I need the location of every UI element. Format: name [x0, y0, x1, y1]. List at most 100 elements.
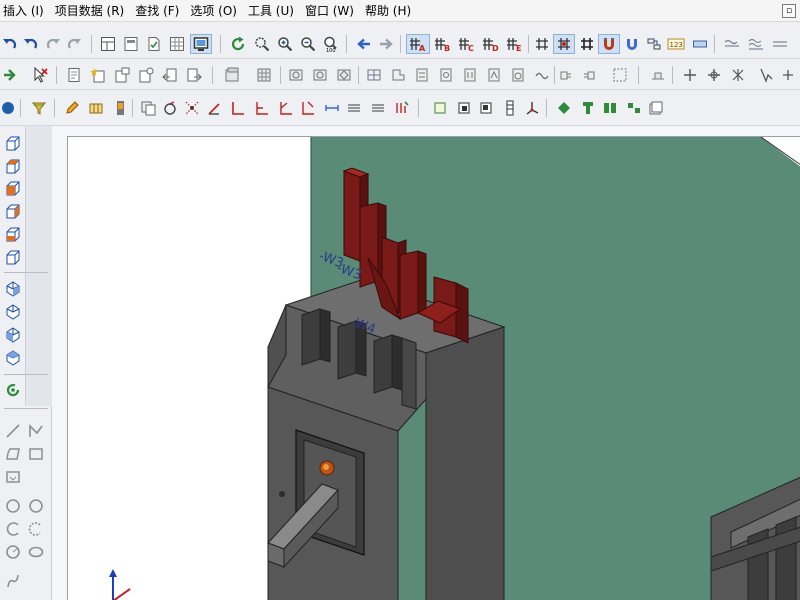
- magnet-icon[interactable]: [598, 34, 620, 54]
- grid-e-icon[interactable]: E: [503, 34, 527, 54]
- circle-tool-icon[interactable]: [3, 496, 23, 516]
- grid-a-icon[interactable]: A: [406, 34, 430, 54]
- terminal-green-icon[interactable]: [578, 98, 598, 118]
- symbol-tag-icon[interactable]: [136, 65, 156, 85]
- redo-icon[interactable]: [43, 34, 63, 54]
- grid-d-icon[interactable]: D: [479, 34, 503, 54]
- copy-icon[interactable]: [138, 98, 158, 118]
- plug-2-icon[interactable]: [580, 65, 600, 85]
- grid-c-icon[interactable]: C: [455, 34, 479, 54]
- terminal-green-3-icon[interactable]: [624, 98, 644, 118]
- menu-window[interactable]: 窗口 (W): [305, 2, 354, 19]
- circuit-breaker[interactable]: [267, 278, 506, 600]
- number-icon[interactable]: 123: [666, 34, 686, 54]
- pointer-arrow-icon[interactable]: [0, 65, 20, 85]
- back-arrow-icon[interactable]: [354, 34, 374, 54]
- lines-2-icon[interactable]: [368, 98, 388, 118]
- phone-icon[interactable]: [110, 98, 130, 118]
- component-3-icon[interactable]: [334, 65, 354, 85]
- cube-view-right-icon[interactable]: [3, 202, 23, 222]
- cube-view-top-icon[interactable]: [3, 157, 23, 177]
- pencil-icon[interactable]: [62, 98, 82, 118]
- branch-2-icon[interactable]: [298, 98, 318, 118]
- symbol-page-icon[interactable]: [64, 65, 84, 85]
- cross-icon[interactable]: [680, 65, 700, 85]
- sector-tool-icon[interactable]: [3, 542, 23, 562]
- zoom-in-icon[interactable]: [275, 34, 295, 54]
- diamond-icon[interactable]: [554, 98, 574, 118]
- arc-tool-icon[interactable]: [3, 519, 23, 539]
- window-restore-button[interactable]: ▫: [782, 4, 796, 18]
- macro-icon[interactable]: [222, 65, 242, 85]
- redo-icon[interactable]: [64, 34, 84, 54]
- sphere-icon[interactable]: [0, 98, 20, 118]
- corner-2-icon[interactable]: [252, 98, 272, 118]
- menu-project-data[interactable]: 项目数据 (R): [55, 2, 125, 19]
- symbol-back-icon[interactable]: [160, 65, 180, 85]
- square-icon[interactable]: [430, 98, 450, 118]
- black-square-icon[interactable]: [454, 98, 474, 118]
- iso-view-2-icon[interactable]: [3, 302, 23, 322]
- component-2-icon[interactable]: [310, 65, 330, 85]
- terminal-7-icon[interactable]: [508, 65, 528, 85]
- undo-icon[interactable]: [0, 34, 20, 54]
- rounded-rect-tool-icon[interactable]: [3, 467, 23, 487]
- wave-3-icon[interactable]: [770, 34, 790, 54]
- cube-view-left-icon[interactable]: [3, 179, 23, 199]
- rect-icon[interactable]: [690, 34, 710, 54]
- iso-view-4-icon[interactable]: [3, 348, 23, 368]
- ellipse-tool-icon[interactable]: [26, 542, 46, 562]
- cable-icon[interactable]: [648, 65, 668, 85]
- angle-red-icon[interactable]: [204, 98, 224, 118]
- snap-grid-icon[interactable]: [553, 34, 575, 54]
- frame-icon[interactable]: [610, 65, 630, 85]
- filter-icon[interactable]: [29, 98, 49, 118]
- component-icon[interactable]: [286, 65, 306, 85]
- grid-icon[interactable]: [532, 34, 552, 54]
- wave-icon[interactable]: [722, 34, 742, 54]
- polyline-tool-icon[interactable]: [26, 421, 46, 441]
- symbol-edit-icon[interactable]: [112, 65, 132, 85]
- branch-icon[interactable]: [276, 98, 296, 118]
- symbol-star-icon[interactable]: [88, 65, 108, 85]
- terminal-2-icon[interactable]: [388, 65, 408, 85]
- check-page-icon[interactable]: [144, 34, 164, 54]
- magnet-2-icon[interactable]: [622, 34, 642, 54]
- forward-arrow-icon[interactable]: [376, 34, 396, 54]
- box-icon[interactable]: [86, 98, 106, 118]
- grid-b-icon[interactable]: B: [431, 34, 455, 54]
- dimension-icon[interactable]: [322, 98, 342, 118]
- rectangle-tool-icon[interactable]: [26, 444, 46, 464]
- dots-icon[interactable]: [182, 98, 202, 118]
- menu-tools[interactable]: 工具 (U): [248, 2, 294, 19]
- menu-options[interactable]: 选项 (O): [190, 2, 237, 19]
- angle-icon[interactable]: [756, 65, 776, 85]
- rotate-view-icon[interactable]: [3, 380, 23, 400]
- black-square-2-icon[interactable]: [476, 98, 496, 118]
- circle-2-tool-icon[interactable]: [26, 496, 46, 516]
- cube-view-bottom-icon[interactable]: [3, 225, 23, 245]
- lines-icon[interactable]: [344, 98, 364, 118]
- arc-2-tool-icon[interactable]: [26, 519, 46, 539]
- terminal-icon[interactable]: [364, 65, 384, 85]
- bus-icon[interactable]: [392, 98, 412, 118]
- layout-icon[interactable]: [98, 34, 118, 54]
- monitor-icon[interactable]: [190, 34, 212, 54]
- cube-view-front-icon[interactable]: [3, 134, 23, 154]
- line-tool-icon[interactable]: [3, 421, 23, 441]
- delete-select-icon[interactable]: [30, 65, 50, 85]
- device-list-icon[interactable]: [254, 65, 274, 85]
- zoom-window-icon[interactable]: [252, 34, 272, 54]
- symbol-forward-icon[interactable]: [184, 65, 204, 85]
- zoom-out-icon[interactable]: [298, 34, 318, 54]
- connect-icon[interactable]: [644, 34, 664, 54]
- layer-icon[interactable]: [646, 98, 666, 118]
- page-icon[interactable]: [121, 34, 141, 54]
- refresh-icon[interactable]: [228, 34, 248, 54]
- menu-find[interactable]: 查找 (F): [135, 2, 179, 19]
- iso-view-icon[interactable]: [3, 279, 23, 299]
- column-icon[interactable]: [500, 98, 520, 118]
- terminal-3-icon[interactable]: [412, 65, 432, 85]
- undo-icon[interactable]: [21, 34, 41, 54]
- 3d-viewport[interactable]: -W3 -W3 -W4: [67, 136, 800, 600]
